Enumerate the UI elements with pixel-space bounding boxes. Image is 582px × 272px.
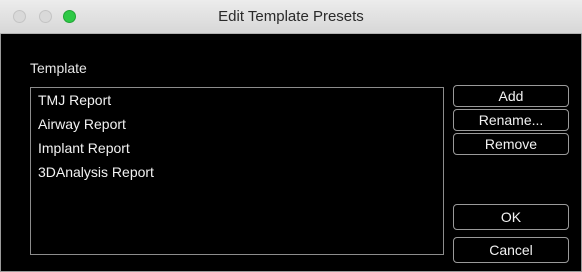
template-list[interactable]: TMJ Report Airway Report Implant Report … [30,87,444,255]
title-bar[interactable]: Edit Template Presets [0,0,582,34]
ok-button[interactable]: OK [453,204,569,230]
window-title: Edit Template Presets [218,8,364,25]
add-button[interactable]: Add [453,85,569,107]
cancel-button[interactable]: Cancel [453,237,569,263]
list-item-implant-report[interactable]: Implant Report [38,137,130,159]
rename-button[interactable]: Rename... [453,109,569,131]
remove-button[interactable]: Remove [453,133,569,155]
template-label: Template [30,60,87,76]
list-item-tmj-report[interactable]: TMJ Report [38,89,111,111]
dialog-content: Template TMJ Report Airway Report Implan… [0,34,582,272]
list-item-3danalysis-report[interactable]: 3DAnalysis Report [38,161,154,183]
edit-template-presets-window: Edit Template Presets Template TMJ Repor… [0,0,582,272]
list-item-airway-report[interactable]: Airway Report [38,113,126,135]
